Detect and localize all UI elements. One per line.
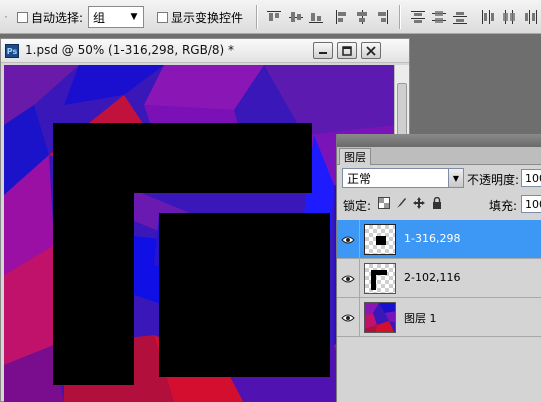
separator bbox=[399, 5, 401, 29]
options-bar-gripper: · bbox=[4, 10, 8, 24]
distribute-top-icon[interactable] bbox=[410, 9, 426, 25]
auto-select-dropdown[interactable]: 组 ▼ bbox=[88, 6, 144, 28]
align-top-edges-icon[interactable] bbox=[266, 9, 282, 25]
align-bottom-edges-icon[interactable] bbox=[308, 9, 324, 25]
panel-header[interactable] bbox=[337, 134, 541, 147]
show-transform-checkbox[interactable]: 显示变换控件 bbox=[157, 8, 243, 26]
lock-image-pixels-icon[interactable] bbox=[395, 197, 407, 209]
align-left-edges-icon[interactable] bbox=[334, 9, 350, 25]
panel-tab-bar: 图层 bbox=[337, 147, 541, 165]
checkbox-box[interactable] bbox=[157, 11, 168, 23]
opacity-input[interactable]: 100 bbox=[521, 169, 541, 187]
layer-row-1[interactable]: 1-316,298 bbox=[337, 220, 541, 259]
photoshop-app-icon: Ps bbox=[5, 44, 19, 58]
document-title: 1.psd @ 50% (1-316,298, RGB/8) * bbox=[25, 43, 234, 57]
opacity-label: 不透明度: bbox=[467, 173, 520, 187]
minimize-icon bbox=[319, 51, 327, 54]
distribute-bottom-icon[interactable] bbox=[452, 9, 468, 25]
close-icon bbox=[366, 45, 376, 56]
auto-select-value: 组 bbox=[93, 10, 106, 25]
auto-select-label: 自动选择: bbox=[31, 10, 84, 25]
layer-1-shape bbox=[159, 213, 330, 377]
checkbox-box[interactable] bbox=[17, 11, 28, 23]
maximize-button[interactable] bbox=[337, 42, 357, 59]
layer-row-2[interactable]: 2-102,116 bbox=[337, 259, 541, 298]
lock-all-icon[interactable] bbox=[431, 197, 443, 209]
tab-layers[interactable]: 图层 bbox=[339, 148, 371, 165]
minimize-button[interactable] bbox=[313, 42, 333, 59]
align-horizontal-centers-icon[interactable] bbox=[354, 9, 370, 25]
lock-transparent-pixels-icon[interactable] bbox=[378, 197, 390, 209]
lock-position-icon[interactable] bbox=[413, 197, 425, 209]
distribute-right-icon[interactable] bbox=[522, 9, 538, 25]
chevron-down-icon[interactable]: ▼ bbox=[448, 169, 463, 187]
show-transform-label: 显示变换控件 bbox=[171, 10, 244, 25]
chevron-down-icon[interactable]: ▼ bbox=[125, 7, 143, 27]
fill-label: 填充: bbox=[489, 199, 518, 213]
layer-thumbnail bbox=[364, 302, 396, 333]
visibility-eye-icon[interactable] bbox=[337, 259, 360, 298]
lock-label: 锁定: bbox=[343, 199, 372, 213]
layer-name[interactable]: 图层 1 bbox=[404, 310, 437, 326]
opacity-value: 100 bbox=[525, 171, 541, 185]
distribute-vertical-centers-icon[interactable] bbox=[431, 9, 447, 25]
auto-select-checkbox[interactable]: 自动选择: bbox=[17, 8, 83, 26]
visibility-eye-icon[interactable] bbox=[337, 220, 360, 259]
layer-name[interactable]: 2-102,116 bbox=[404, 271, 460, 284]
fill-input[interactable]: 100 bbox=[521, 195, 541, 213]
visibility-eye-icon[interactable] bbox=[337, 298, 360, 337]
layer-thumbnail bbox=[364, 263, 396, 294]
maximize-icon bbox=[342, 45, 352, 56]
layer-thumbnail bbox=[364, 224, 396, 255]
app-icon-text: Ps bbox=[6, 46, 18, 56]
distribute-horizontal-centers-icon[interactable] bbox=[501, 9, 517, 25]
separator bbox=[256, 5, 258, 29]
close-button[interactable] bbox=[361, 42, 381, 59]
align-right-edges-icon[interactable] bbox=[374, 9, 390, 25]
layer-row-3[interactable]: 图层 1 bbox=[337, 298, 541, 337]
layers-panel: 图层 正常 ▼ 不透明度: 100 锁定: 填充: 100 1-316,298 bbox=[336, 134, 541, 402]
options-bar: · 自动选择: 组 ▼ 显示变换控件 bbox=[0, 0, 541, 34]
distribute-left-icon[interactable] bbox=[480, 9, 496, 25]
blend-mode-value: 正常 bbox=[347, 171, 372, 186]
blend-mode-dropdown[interactable]: 正常 ▼ bbox=[342, 168, 464, 188]
fill-value: 100 bbox=[525, 197, 541, 211]
document-title-bar[interactable]: Ps 1.psd @ 50% (1-316,298, RGB/8) * bbox=[1, 39, 409, 63]
align-vertical-centers-icon[interactable] bbox=[288, 9, 304, 25]
layer-name[interactable]: 1-316,298 bbox=[404, 232, 460, 245]
tab-layers-label: 图层 bbox=[344, 151, 366, 164]
